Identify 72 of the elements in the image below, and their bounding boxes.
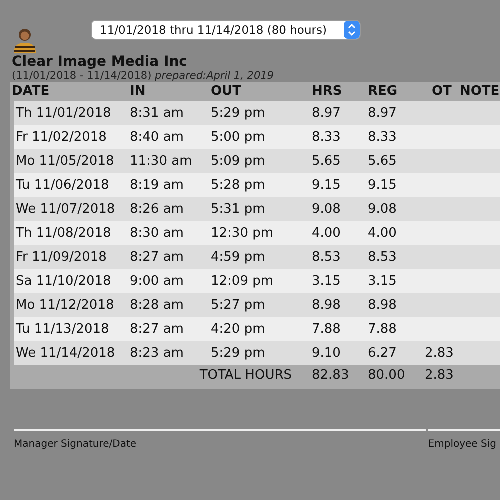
table-cell-text: 8.97 <box>312 106 342 120</box>
table-cell-text: 9.15 <box>312 178 342 192</box>
table-cell-text: Mo 11/12/2018 <box>15 298 116 312</box>
table-cell-text: 9.08 <box>312 202 342 216</box>
table-cell-text: 5:00 pm <box>211 130 266 144</box>
table-cell-text: 8.97 <box>368 106 398 120</box>
table-cell-text: 9.08 <box>368 202 398 216</box>
table-cell-text: 8.33 <box>368 130 398 144</box>
table-cell-text: 8:23 am <box>130 346 185 360</box>
report-period: (11/01/2018 - 11/14/2018) prepared:April 1, 2019 <box>11 70 275 82</box>
table-cell-text: 8:19 am <box>130 178 185 192</box>
table-cell-text: Fr 11/09/2018 <box>15 250 108 264</box>
total-cell-text: 80.00 <box>368 368 406 382</box>
total-label: TOTAL HOURS <box>198 368 292 382</box>
table-cell-text: 8:28 am <box>130 298 185 312</box>
table-cell-text: 8:30 am <box>130 226 185 240</box>
column-header: HRS <box>312 84 344 99</box>
table-cell-text: 9:00 am <box>130 274 185 288</box>
table-cell-text: 5:29 pm <box>211 106 266 120</box>
column-header: IN <box>130 84 147 99</box>
table-cell-text: 3.15 <box>312 274 342 288</box>
table-cell-text: 4.00 <box>368 226 398 240</box>
table-cell-text: Sa 11/10/2018 <box>15 274 112 288</box>
table-cell-text: 6.27 <box>368 346 398 360</box>
table-cell-text: 8.53 <box>312 250 342 264</box>
table-cell-text: 8.98 <box>368 298 398 312</box>
total-cell-text: 2.83 <box>425 368 455 382</box>
period-select[interactable]: 11/01/2018 thru 11/14/2018 (80 hours) <box>92 21 360 39</box>
table-cell-text: 4:59 pm <box>211 250 266 264</box>
company-name: Clear Image Media Inc <box>11 54 188 70</box>
table-cell-text: 8:27 am <box>130 322 185 336</box>
table-cell-text: 9.15 <box>368 178 398 192</box>
table-cell-text: 5:27 pm <box>211 298 266 312</box>
table-cell-text: 8.53 <box>368 250 398 264</box>
signature-label: Employee Sig <box>428 439 496 450</box>
table-cell-text: 7.88 <box>312 322 342 336</box>
table-cell-text: 11:30 am <box>130 154 194 168</box>
table-cell-text: Tu 11/06/2018 <box>15 178 110 192</box>
table-cell-text: 5:29 pm <box>211 346 266 360</box>
table-cell-text: Th 11/01/2018 <box>15 106 112 120</box>
table-cell-text: 5.65 <box>368 154 398 168</box>
table-cell-text: 8:26 am <box>130 202 185 216</box>
column-header: NOTE <box>459 84 500 99</box>
table-cell-text: 8:27 am <box>130 250 185 264</box>
table-cell-text: 5:31 pm <box>211 202 266 216</box>
table-cell-text: 8.33 <box>312 130 342 144</box>
table-cell-text: Tu 11/13/2018 <box>15 322 110 336</box>
total-cell-text: 82.83 <box>312 368 350 382</box>
table-cell-text: 4:20 pm <box>211 322 266 336</box>
table-cell-text: Th 11/08/2018 <box>15 226 112 240</box>
table-cell-text: 8.98 <box>312 298 342 312</box>
table-cell-text: Fr 11/02/2018 <box>15 130 108 144</box>
table-cell-text: 2.83 <box>425 346 455 360</box>
table-cell-text: Mo 11/05/2018 <box>15 154 116 168</box>
column-header: OUT <box>211 84 242 99</box>
table-cell-text: We 11/14/2018 <box>15 346 116 360</box>
table-cell-text: 5.65 <box>312 154 342 168</box>
table-cell-text: 12:09 pm <box>211 274 275 288</box>
table-cell-text: 7.88 <box>368 322 398 336</box>
table-cell-text: 8:31 am <box>130 106 185 120</box>
column-header: OT <box>431 84 453 99</box>
table-cell-text: 5:09 pm <box>211 154 266 168</box>
table-cell-text: 5:28 pm <box>211 178 266 192</box>
table-cell-text: 12:30 pm <box>211 226 275 240</box>
table-cell-text: We 11/07/2018 <box>15 202 116 216</box>
table-cell-text: 4.00 <box>312 226 342 240</box>
table-cell-text: 9.10 <box>312 346 342 360</box>
column-header: DATE <box>11 84 51 99</box>
signature-label: Manager Signature/Date <box>14 439 137 450</box>
column-header: REG <box>368 84 399 99</box>
table-cell-text: 3.15 <box>368 274 398 288</box>
table-cell-text: 8:40 am <box>130 130 185 144</box>
